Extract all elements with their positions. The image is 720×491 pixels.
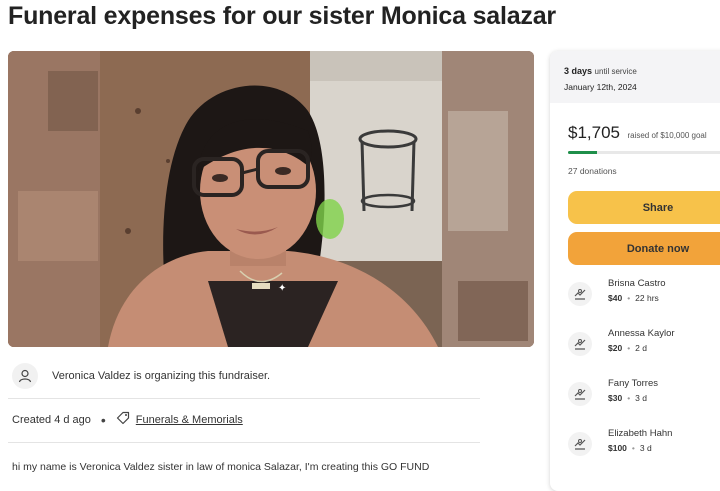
donation-hand-icon bbox=[568, 332, 592, 356]
donation-card: 3 days until service January 12th, 2024 … bbox=[550, 51, 720, 491]
donor-amount: $30 bbox=[608, 393, 623, 403]
created-label: Created 4 d ago bbox=[12, 413, 91, 426]
donor-name: Annessa Kaylor bbox=[608, 328, 675, 339]
donor-time: 3 d bbox=[635, 393, 647, 403]
divider bbox=[8, 442, 480, 443]
organizer-row: Veronica Valdez is organizing this fundr… bbox=[8, 360, 480, 399]
donor-item: Elizabeth Hahn $100 • 3 d bbox=[568, 428, 720, 464]
progress-bar bbox=[568, 151, 720, 154]
donor-amount: $40 bbox=[608, 293, 623, 303]
tag-icon bbox=[116, 411, 130, 428]
deadline-days: 3 days bbox=[564, 66, 593, 76]
donations-count: 27 donations bbox=[568, 166, 617, 176]
category-link[interactable]: Funerals & Memorials bbox=[136, 414, 243, 426]
raised-summary: $1,705 raised of $10,000 goal bbox=[568, 123, 707, 143]
raised-goal: raised of $10,000 goal bbox=[627, 131, 707, 140]
donation-hand-icon bbox=[568, 382, 592, 406]
donation-hand-icon bbox=[568, 282, 592, 306]
progress-fill bbox=[568, 151, 598, 154]
donation-hand-icon bbox=[568, 432, 592, 456]
donor-separator: • bbox=[627, 393, 631, 403]
meta-separator: • bbox=[100, 411, 106, 428]
donor-name: Fany Torres bbox=[608, 378, 658, 389]
donor-amount: $20 bbox=[608, 343, 623, 353]
svg-text:✦: ✦ bbox=[278, 283, 286, 294]
story-text: hi my name is Veronica Valdez sister in … bbox=[12, 461, 430, 473]
donor-separator: • bbox=[627, 293, 631, 303]
donor-time: 22 hrs bbox=[635, 293, 659, 303]
fundraiser-meta: Created 4 d ago • Funerals & Memorials bbox=[12, 411, 243, 428]
deadline-date: January 12th, 2024 bbox=[564, 82, 637, 92]
donor-amount: $100 bbox=[608, 443, 627, 453]
raised-amount: $1,705 bbox=[568, 123, 620, 142]
donor-separator: • bbox=[627, 343, 631, 353]
deadline-label: until service bbox=[594, 67, 637, 76]
fundraiser-photo: ✦ bbox=[8, 51, 534, 347]
user-icon bbox=[12, 363, 38, 389]
donate-button[interactable]: Donate now bbox=[568, 232, 720, 265]
page-title: Funeral expenses for our sister Monica s… bbox=[8, 2, 556, 30]
donor-time: 3 d bbox=[639, 443, 652, 453]
donor-time: 2 d bbox=[635, 343, 647, 353]
donor-name: Brisna Castro bbox=[608, 278, 666, 289]
donor-item: Brisna Castro $40 • 22 hrs bbox=[568, 278, 720, 314]
donor-name: Elizabeth Hahn bbox=[608, 428, 673, 439]
donor-separator: • bbox=[631, 443, 635, 453]
share-button[interactable]: Share bbox=[568, 191, 720, 224]
donor-item: Annessa Kaylor $20 • 2 d bbox=[568, 328, 720, 364]
donor-item: Fany Torres $30 • 3 d bbox=[568, 378, 720, 414]
organizer-text: Veronica Valdez is organizing this fundr… bbox=[52, 370, 271, 382]
deadline-banner: 3 days until service January 12th, 2024 bbox=[550, 51, 720, 103]
